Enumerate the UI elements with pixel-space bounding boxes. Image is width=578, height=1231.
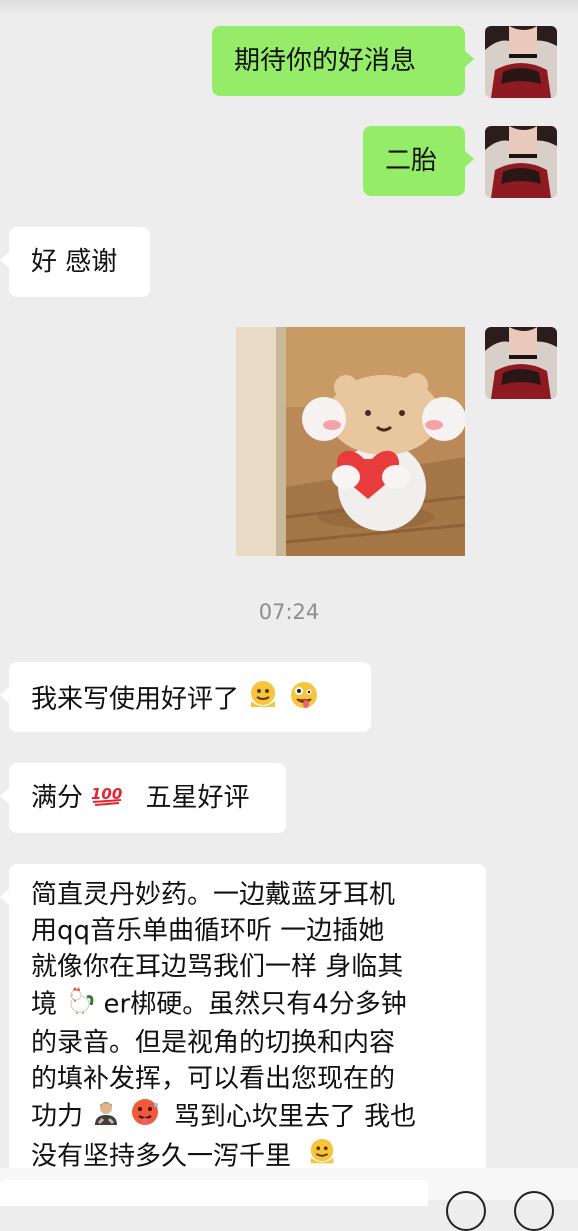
my-message-bubble[interactable]: 二胎 [363,126,474,196]
message-line: 就像你在耳边骂我们一样 身临其 [31,952,404,982]
melting-face-icon [247,679,279,721]
rooster-icon [65,985,95,1025]
message-text: 境 [31,989,58,1020]
message-text: 我来写使用好评了 [31,684,240,715]
top-fade [0,0,578,14]
message-text: 骂到心坎里去了 我也 [173,1101,417,1132]
message-text: er梆硬。虽然只有4分多钟 [103,989,407,1020]
person-bowing-icon [91,1097,121,1137]
message-text: 功力 [31,1101,84,1132]
hundred-points-icon: 100 [91,781,123,817]
message-input[interactable] [0,1180,428,1206]
emoji-button[interactable] [446,1191,486,1231]
hot-face-icon [130,1097,160,1137]
message-line: 用qq音乐单曲循环听 一边插她 [31,916,385,946]
my-message-bubble[interactable]: 期待你的好消息 [212,26,474,96]
message-text: 期待你的好消息 [234,46,417,76]
message-line: 功力 骂到心坎里去了 我也 [31,1097,464,1137]
message-text: 五星好评 [145,783,250,813]
zany-face-icon [288,679,320,721]
message-line: 的填补发挥，可以看出您现在的 [31,1064,396,1094]
add-button[interactable] [514,1191,554,1231]
my-avatar[interactable] [485,327,557,399]
other-message-bubble[interactable]: 简直灵丹妙药。一边戴蓝牙耳机 用qq音乐单曲循环听 一边插她 就像你在耳边骂我们… [0,864,486,1184]
message-text: 满分 [31,783,84,813]
my-avatar[interactable] [485,126,557,198]
bear-heart-sticker[interactable] [236,327,465,556]
other-message-bubble[interactable]: 好 感谢 [0,227,150,297]
message-text: 没有坚持多久一泻千里 [31,1141,292,1172]
my-avatar[interactable] [485,26,557,98]
message-line: 的录音。但是视角的切换和内容 [31,1028,396,1058]
timestamp: 07:24 [258,600,320,624]
other-message-bubble[interactable]: 满分 100 五星好评 [0,763,286,833]
message-text: 好 感谢 [31,247,118,277]
message-line: 简直灵丹妙药。一边戴蓝牙耳机 [31,880,396,910]
message-line: 境 er梆硬。虽然只有4分多钟 [31,985,464,1025]
other-message-bubble[interactable]: 我来写使用好评了 [0,662,371,732]
message-text: 二胎 [385,146,438,176]
